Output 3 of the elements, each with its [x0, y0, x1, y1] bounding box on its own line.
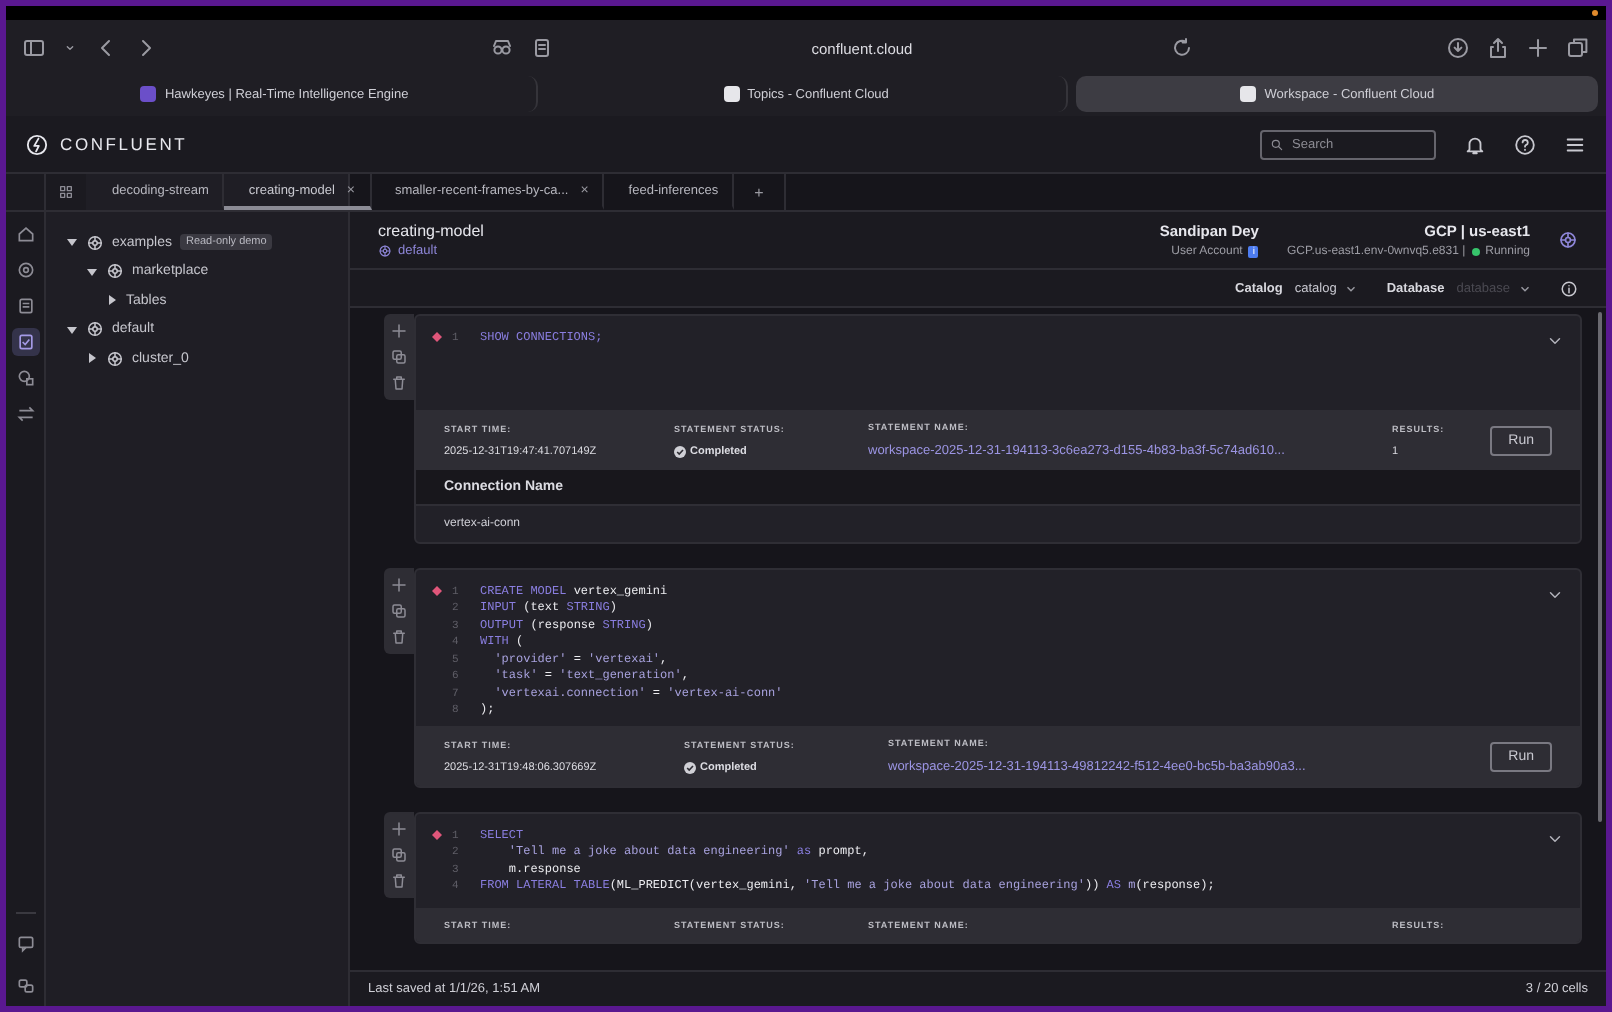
brand-name: CONFLUENT	[60, 134, 188, 154]
new-tab-button[interactable]: +	[734, 174, 786, 210]
workspace-title: creating-model	[378, 222, 486, 240]
